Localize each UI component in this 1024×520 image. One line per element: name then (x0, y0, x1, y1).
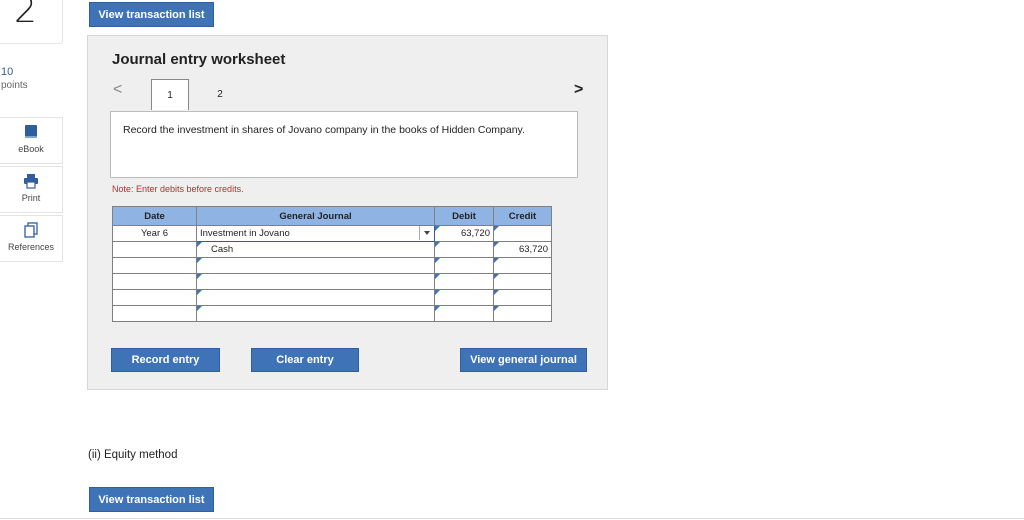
previous-arrow[interactable]: < (113, 81, 122, 99)
printer-icon (24, 174, 38, 189)
input-marker-icon (435, 258, 440, 263)
debit-cell[interactable] (434, 289, 494, 306)
credit-value: 63,720 (518, 244, 548, 255)
debit-header: Debit (434, 206, 494, 226)
question-number-box: 2 (0, 0, 63, 44)
account-select[interactable] (196, 273, 435, 290)
input-marker-icon (494, 306, 499, 311)
date-header: Date (112, 206, 197, 226)
input-marker-icon (435, 306, 440, 311)
credit-header: Credit (493, 206, 552, 226)
input-marker-icon (197, 290, 202, 295)
note-text: Note: Enter debits before credits. (112, 184, 244, 194)
credit-cell[interactable] (493, 225, 552, 242)
account-text: Investment in Jovano (200, 228, 290, 239)
book-icon (25, 125, 37, 138)
table-row: Cash 63,720 (112, 241, 552, 258)
chevron-down-icon[interactable] (419, 226, 434, 240)
table-row (112, 273, 552, 290)
ebook-button[interactable]: eBook (0, 117, 63, 164)
credit-cell[interactable] (493, 305, 552, 322)
account-select[interactable]: Cash (196, 241, 435, 258)
input-marker-icon (494, 226, 499, 231)
print-button[interactable]: Print (0, 166, 63, 213)
input-marker-icon (435, 242, 440, 247)
references-icon (24, 222, 38, 238)
input-marker-icon (494, 258, 499, 263)
input-marker-icon (435, 226, 440, 231)
tab-1[interactable]: 1 (151, 79, 189, 110)
input-marker-icon (197, 242, 202, 247)
account-text: Cash (211, 244, 234, 255)
input-marker-icon (197, 274, 202, 279)
date-cell[interactable] (112, 257, 197, 274)
debit-cell[interactable] (434, 241, 494, 258)
date-cell[interactable] (112, 305, 197, 322)
table-row (112, 257, 552, 274)
table-row (112, 289, 552, 306)
account-select[interactable] (196, 305, 435, 322)
instruction-box: Record the investment in shares of Jovan… (110, 111, 578, 178)
credit-cell[interactable]: 63,720 (493, 241, 552, 258)
debit-cell[interactable]: 63,720 (434, 225, 494, 242)
worksheet-title: Journal entry worksheet (112, 51, 286, 68)
references-label: References (7, 242, 55, 252)
debit-cell[interactable] (434, 257, 494, 274)
input-marker-icon (197, 306, 202, 311)
account-select[interactable] (196, 289, 435, 306)
general-journal-header: General Journal (196, 206, 435, 226)
debit-cell[interactable] (434, 305, 494, 322)
date-cell[interactable] (112, 289, 197, 306)
input-marker-icon (435, 290, 440, 295)
record-entry-button[interactable]: Record entry (111, 348, 220, 372)
instruction-text: Record the investment in shares of Jovan… (123, 124, 525, 136)
date-cell[interactable]: Year 6 (112, 225, 197, 242)
table-row (112, 305, 552, 322)
points-value: 10 (1, 66, 14, 78)
input-marker-icon (494, 274, 499, 279)
account-select[interactable] (196, 257, 435, 274)
clear-entry-button[interactable]: Clear entry (251, 348, 359, 372)
table-row: Year 6 Investment in Jovano 63,720 (112, 225, 552, 242)
journal-entry-worksheet: Journal entry worksheet < 1 2 > Record t… (87, 35, 608, 390)
account-select[interactable]: Investment in Jovano (196, 225, 435, 242)
input-marker-icon (494, 290, 499, 295)
input-marker-icon (494, 242, 499, 247)
debit-cell[interactable] (434, 273, 494, 290)
credit-cell[interactable] (493, 289, 552, 306)
tab-2[interactable]: 2 (206, 79, 234, 110)
question-number: 2 (14, 0, 37, 31)
divider (0, 518, 1024, 519)
references-button[interactable]: References (0, 215, 63, 262)
input-marker-icon (197, 258, 202, 263)
table-header-row: Date General Journal Debit Credit (112, 206, 552, 226)
credit-cell[interactable] (493, 273, 552, 290)
next-arrow[interactable]: > (574, 81, 583, 99)
input-marker-icon (435, 274, 440, 279)
ebook-label: eBook (18, 144, 44, 154)
points-label: points (1, 80, 28, 91)
date-cell[interactable] (112, 241, 197, 258)
general-journal-table: Date General Journal Debit Credit Year 6… (112, 206, 552, 322)
view-transaction-list-button-bottom[interactable]: View transaction list (89, 487, 214, 512)
credit-cell[interactable] (493, 257, 552, 274)
debit-value: 63,720 (460, 228, 490, 239)
date-cell[interactable] (112, 273, 197, 290)
print-label: Print (21, 193, 41, 203)
section-label: (ii) Equity method (88, 449, 178, 461)
view-general-journal-button[interactable]: View general journal (460, 348, 587, 372)
view-transaction-list-button[interactable]: View transaction list (89, 2, 214, 27)
